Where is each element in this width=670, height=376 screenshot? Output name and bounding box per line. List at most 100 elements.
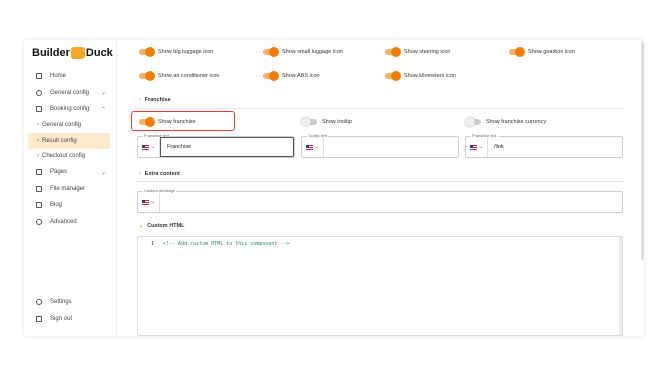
main-content: Show big luggage icon Show small luggage… xyxy=(116,40,644,336)
duck-logo-icon xyxy=(70,47,85,59)
franchise-text-input[interactable]: Franchise xyxy=(160,137,294,157)
toggle-switch[interactable] xyxy=(385,47,401,57)
language-select[interactable]: ⌄ xyxy=(302,137,324,157)
switch-abs[interactable]: Show ABS icon xyxy=(263,70,320,82)
switch-steering[interactable]: Show steering icon xyxy=(385,46,450,58)
sidebar-item-advanced[interactable]: Advanced xyxy=(24,214,116,231)
sidebar-item-label: File manager xyxy=(50,185,86,192)
switch-big-luggage[interactable]: Show big luggage icon xyxy=(139,46,213,58)
toggle-switch[interactable] xyxy=(263,47,279,57)
wrench-icon xyxy=(36,218,42,225)
tooltip-text-field[interactable]: Tooltip text ⌄ xyxy=(301,133,459,158)
chevron-right-icon: › xyxy=(37,122,39,129)
toggle-switch[interactable] xyxy=(139,117,155,127)
franchise-link-field[interactable]: Franchise link ⌄ /link xyxy=(465,133,623,158)
field-label: Franchise link xyxy=(471,133,498,138)
chevron-right-icon: › xyxy=(139,171,141,177)
switch-label: Show small luggage icon xyxy=(282,49,343,55)
franchise-text-field[interactable]: Franchise text ⌄ Franchise xyxy=(137,133,295,158)
sidebar-item-settings[interactable]: Settings xyxy=(24,294,116,311)
section-custom-html[interactable]: ⌄ Custom HTML xyxy=(139,223,184,229)
sidebar-item-label: Settings xyxy=(50,299,72,306)
sidebar-item-sign-out[interactable]: Sign out xyxy=(24,311,116,328)
switch-kilometers[interactable]: Show kilometers icon xyxy=(385,70,456,82)
sidebar-subitem-label: General config xyxy=(42,122,82,129)
logo-text-left: Builder xyxy=(32,47,70,59)
pages-icon xyxy=(36,169,42,176)
us-flag-icon xyxy=(469,144,477,150)
sidebar-item-label: Sign out xyxy=(50,315,73,322)
language-select[interactable]: ⌄ xyxy=(138,192,160,212)
chevron-up-icon: ⌃ xyxy=(100,106,106,113)
logo: Builder Duck xyxy=(32,46,113,60)
code-scrollbar[interactable] xyxy=(619,237,622,335)
chevron-down-icon: ⌄ xyxy=(139,223,144,229)
sidebar-item-label: Booking config xyxy=(50,106,90,113)
sidebar-subitem-general-config[interactable]: › General config xyxy=(24,118,116,134)
sidebar-item-home[interactable]: Home xyxy=(24,68,116,85)
field-value: Franchise xyxy=(167,144,192,150)
image-icon xyxy=(36,185,42,192)
toggle-switch[interactable] xyxy=(385,71,401,81)
language-select[interactable]: ⌄ xyxy=(138,137,160,157)
switch-label: Show franchise currency xyxy=(486,119,547,125)
toggle-switch[interactable] xyxy=(465,117,481,127)
code-line: 1 <!-- Add custom HTML to this component… xyxy=(138,241,289,247)
chevron-right-icon: › xyxy=(139,97,141,103)
toggle-switch[interactable] xyxy=(509,47,525,57)
custom-message-field[interactable]: Custom message ⌄ xyxy=(137,188,623,213)
field-label: Tooltip text xyxy=(307,133,329,138)
collapse-sidebar-icon[interactable]: › xyxy=(105,48,107,55)
sidebar-item-booking-config[interactable]: Booking config ⌃ xyxy=(24,101,116,118)
divider xyxy=(137,181,623,182)
switch-label: Show steering icon xyxy=(404,49,451,55)
calendar-icon xyxy=(36,106,42,113)
switch-small-luggage[interactable]: Show small luggage icon xyxy=(263,46,343,58)
scrollbar[interactable] xyxy=(641,40,644,260)
language-select[interactable]: ⌄ xyxy=(466,137,488,157)
sidebar-item-label: General config xyxy=(50,89,90,96)
sidebar-nav: Home General config ⌄ Booking config ⌃ ›… xyxy=(24,68,116,230)
sidebar: Builder Duck › Home General config ⌄ Boo… xyxy=(24,40,116,336)
sidebar-item-general-config[interactable]: General config ⌄ xyxy=(24,85,116,102)
switch-label: Show gearbox icon xyxy=(528,49,575,55)
switch-show-franchise[interactable]: Show franchise xyxy=(139,116,196,128)
toggle-switch[interactable] xyxy=(301,117,317,127)
sidebar-subitem-result-config[interactable]: › Result config xyxy=(28,133,110,149)
document-icon xyxy=(36,202,42,209)
sidebar-item-blog[interactable]: Blog xyxy=(24,197,116,214)
switch-label: Show kilometers icon xyxy=(404,73,456,79)
sidebar-item-label: Blog xyxy=(50,202,63,209)
app-window: Builder Duck › Home General config ⌄ Boo… xyxy=(24,40,644,336)
section-extra-content[interactable]: › Extra content xyxy=(139,171,180,177)
section-franchise[interactable]: › Franchise xyxy=(139,97,171,103)
switch-show-franchise-currency[interactable]: Show franchise currency xyxy=(465,116,547,128)
switch-show-tooltip[interactable]: Show tooltip xyxy=(301,116,352,128)
code-text[interactable]: <!-- Add custom HTML to this component -… xyxy=(163,241,289,247)
section-title: Franchise xyxy=(144,97,171,103)
sidebar-item-file-manager[interactable]: File manager xyxy=(24,181,116,198)
us-flag-icon xyxy=(141,199,149,205)
franchise-link-input[interactable]: /link xyxy=(488,144,504,150)
toggle-switch[interactable] xyxy=(139,71,155,81)
code-editor[interactable]: 1 <!-- Add custom HTML to this component… xyxy=(137,236,623,336)
us-flag-icon xyxy=(141,144,149,150)
chevron-right-icon: › xyxy=(37,137,39,144)
chevron-down-icon: ⌄ xyxy=(100,90,106,97)
sidebar-item-pages[interactable]: Pages ⌄ xyxy=(24,164,116,181)
line-number: 1 xyxy=(150,241,154,247)
switch-air-conditioner[interactable]: Show air conditioner icon xyxy=(139,70,219,82)
switch-label: Show big luggage icon xyxy=(158,49,214,55)
toggle-switch[interactable] xyxy=(263,71,279,81)
section-title: Extra content xyxy=(144,171,180,177)
switch-gearbox[interactable]: Show gearbox icon xyxy=(509,46,575,58)
home-icon xyxy=(36,73,42,80)
field-label: Custom message xyxy=(143,188,177,193)
sidebar-subitem-label: Checkout config xyxy=(42,153,86,160)
switch-label: Show ABS icon xyxy=(282,73,320,79)
us-flag-icon xyxy=(305,144,313,150)
toggle-switch[interactable] xyxy=(139,47,155,57)
sign-out-icon xyxy=(36,315,42,322)
sidebar-subitem-checkout-config[interactable]: › Checkout config xyxy=(24,149,116,165)
sidebar-item-label: Advanced xyxy=(50,218,77,225)
